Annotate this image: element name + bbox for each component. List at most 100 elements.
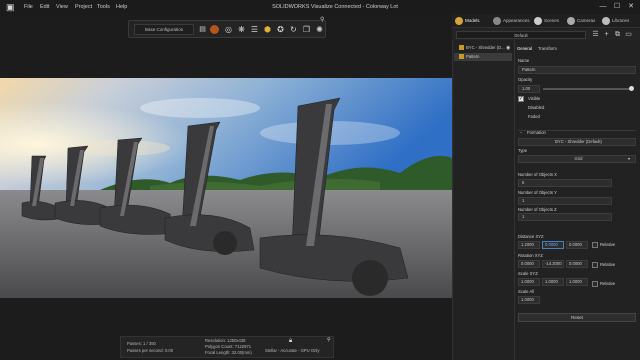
reset-button[interactable]: Reset	[518, 313, 636, 322]
pin-stats-icon[interactable]: ⚲	[327, 337, 331, 343]
palette-tabs: Models Appearances Scenes Cameras Librar…	[452, 14, 640, 28]
lock-icon[interactable]: 🔒︎	[289, 338, 292, 345]
pps-text: Passes per second: 0.00	[127, 348, 174, 353]
distance-y[interactable]: 0.0000	[542, 241, 564, 249]
render-icon[interactable]: ❐	[301, 24, 312, 35]
tab-cameras[interactable]: Cameras	[567, 14, 595, 28]
tab-scenes-label: Scenes	[544, 18, 560, 23]
minimize-button[interactable]: —	[596, 0, 610, 14]
sun-icon[interactable]: ✺	[314, 24, 325, 35]
configuration-select[interactable]: Base Configuration	[134, 24, 194, 35]
tab-scenes[interactable]: Scenes	[534, 14, 559, 28]
visible-label: Visible	[528, 96, 541, 101]
appearance-sphere-icon[interactable]	[209, 24, 220, 35]
model-icon	[459, 45, 464, 51]
layers-icon[interactable]: ☰	[249, 24, 260, 35]
mesh-icon[interactable]: ❋	[236, 24, 247, 35]
nx-field[interactable]: 5	[518, 179, 612, 187]
menu-view[interactable]: View	[56, 0, 68, 14]
name-label: Name	[518, 58, 530, 63]
rotation-label: Rotation XYZ	[518, 253, 543, 258]
copy-icon[interactable]: ⧉	[613, 30, 622, 39]
render-scene-svg	[0, 78, 452, 298]
chevron-down-icon[interactable]: ▾	[628, 156, 630, 162]
opacity-slider-track[interactable]	[543, 88, 632, 90]
type-label: Type	[518, 148, 528, 153]
ny-label: Number of Objects Y	[518, 190, 557, 195]
tab-appearances[interactable]: Appearances	[493, 14, 530, 28]
maximize-button[interactable]: ☐	[610, 0, 624, 14]
add-icon[interactable]: +	[602, 30, 611, 39]
distance-z[interactable]: 0.0000	[566, 241, 588, 249]
tab-cameras-label: Cameras	[577, 18, 596, 23]
formation-header: Formation	[527, 130, 546, 135]
tab-appearances-label: Appearances	[503, 18, 530, 23]
rotation-z[interactable]: 0.0000	[566, 260, 588, 268]
nz-field[interactable]: 1	[518, 213, 612, 221]
window-title: SOLIDWORKS Visualize Connected - Colorwa…	[272, 4, 398, 10]
visible-checkbox[interactable]: ✓	[518, 96, 524, 102]
name-field[interactable]: Pattern	[518, 66, 636, 74]
render-stats-panel: Passes: 1 / 350 Passes per second: 0.00 …	[120, 336, 334, 358]
rotation-relative-checkbox[interactable]	[592, 262, 598, 268]
tab-libraries[interactable]: Libraries	[602, 14, 629, 28]
render-mode-text: Stellar - Accurate - GPU Only	[265, 348, 320, 353]
scene-selector[interactable]: Default	[456, 31, 586, 39]
menu-file[interactable]: File	[24, 0, 33, 14]
type-select[interactable]: Grid	[518, 155, 636, 163]
faded-label[interactable]: Faded	[528, 114, 540, 120]
focal-length-text: Focal Length: 32.00(mm)	[205, 350, 252, 355]
formation-select[interactable]: BYC - Shredder (Default)	[518, 138, 636, 146]
tab-libraries-label: Libraries	[612, 18, 630, 23]
refresh-icon[interactable]: ↻	[288, 24, 299, 35]
rotation-relative-label: Relative	[600, 262, 616, 267]
distance-label: Distance XYZ	[518, 234, 544, 239]
ny-field[interactable]: 1	[518, 197, 612, 205]
bulb-icon[interactable]: ✪	[275, 24, 286, 35]
distance-relative-label: Relative	[600, 242, 616, 247]
folder-icon[interactable]: ▭	[624, 30, 633, 39]
menu-tools[interactable]: Tools	[97, 0, 110, 14]
scenes-icon	[534, 16, 542, 25]
tree-item-pattern-label: Pattern	[466, 54, 480, 59]
libraries-icon	[602, 16, 610, 25]
tab-general[interactable]: General	[517, 44, 532, 53]
distance-relative-checkbox[interactable]	[592, 242, 598, 248]
scale-x[interactable]: 1.0000	[518, 278, 540, 286]
viewport-toolbar: Base Configuration ▤ ◎ ❋ ☰ ⬢ ✪ ↻ ❐ ✺	[128, 20, 326, 38]
tree-item-pattern[interactable]: Pattern	[454, 53, 512, 61]
options-icon[interactable]: ☰	[591, 30, 600, 39]
opacity-field[interactable]: 1.00	[518, 85, 540, 93]
tree-item-model[interactable]: BYC - Shredder (D...	[454, 44, 512, 52]
eye-icon[interactable]: ◉	[506, 44, 510, 52]
render-image	[0, 78, 452, 298]
menu-project[interactable]: Project	[75, 0, 92, 14]
distance-x[interactable]: 1.2000	[518, 241, 540, 249]
opacity-label: Opacity	[518, 77, 533, 82]
formation-collapse-icon[interactable]: −	[520, 130, 522, 136]
disabled-label[interactable]: Disabled	[528, 105, 544, 111]
menu-edit[interactable]: Edit	[40, 0, 49, 14]
scale-label: Scale XYZ	[518, 271, 538, 276]
scale-z[interactable]: 1.0000	[566, 278, 588, 286]
rotation-x[interactable]: 0.0000	[518, 260, 540, 268]
scale-all-field[interactable]: 1.0000	[518, 296, 540, 304]
passes-text: Passes: 1 / 350	[127, 341, 156, 346]
sw-logo-icon[interactable]: ▣	[6, 2, 18, 12]
cube-icon[interactable]: ⬢	[262, 24, 273, 35]
tab-models[interactable]: Models	[455, 14, 480, 28]
opacity-slider-knob[interactable]	[629, 86, 634, 91]
resolution-text: Resolution: 1250x438	[205, 338, 246, 343]
rotation-y[interactable]: -14.2000	[542, 260, 564, 268]
globe-icon[interactable]: ◎	[223, 24, 234, 35]
menu-help[interactable]: Help	[116, 0, 127, 14]
config-options-icon[interactable]: ▤	[197, 24, 208, 35]
close-button[interactable]: ✕	[624, 0, 638, 14]
scale-all-label: Scale All	[518, 289, 535, 294]
pin-icon[interactable]: ⚲	[320, 16, 324, 23]
model-tree-panel	[452, 14, 514, 360]
scale-relative-checkbox[interactable]	[592, 281, 598, 287]
tab-transform[interactable]: Transform	[538, 44, 557, 53]
scale-y[interactable]: 1.0000	[542, 278, 564, 286]
tab-models-label: Models	[465, 18, 480, 23]
